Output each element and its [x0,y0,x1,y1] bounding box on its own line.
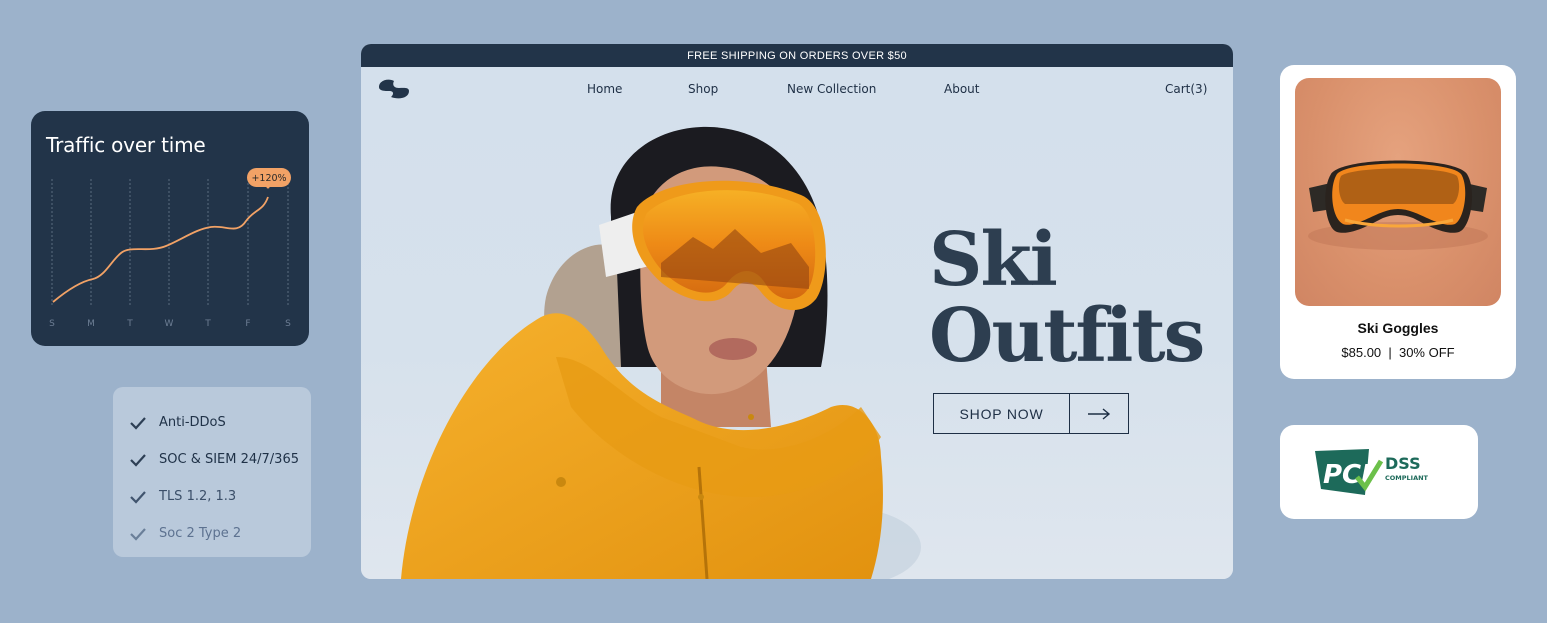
pci-badge-card: PCI DSS COMPLIANT [1280,425,1478,519]
day-label: F [245,319,250,329]
nav-home[interactable]: Home [587,82,622,96]
brand-logo-icon[interactable] [377,79,411,101]
hero-image [401,126,921,579]
nav-shop[interactable]: Shop [688,82,718,96]
store-window: FREE SHIPPING ON ORDERS OVER $50 Home Sh… [361,44,1233,579]
store-navbar: Home Shop New Collection About Cart(3) [361,67,1233,111]
shop-now-label: SHOP NOW [934,394,1070,433]
security-item-label: Soc 2 Type 2 [159,526,242,541]
security-item: Anti-DDoS [113,404,311,441]
security-item: SOC & SIEM 24/7/365 [113,441,311,478]
check-icon [130,453,146,467]
product-image [1295,78,1501,306]
traffic-chart: +120% S M T W T F S [49,168,291,329]
hero-headline-line: Outfits [929,293,1205,379]
shop-now-button[interactable]: SHOP NOW [933,393,1129,434]
hero-headline-line: Ski [929,217,1058,303]
pci-compliant-text: COMPLIANT [1385,474,1429,482]
growth-badge-text: +120% [251,173,286,184]
goggles-icon [1308,160,1488,250]
day-label: W [165,319,174,329]
arrow-right-icon [1070,394,1128,433]
day-label: S [49,319,55,329]
day-label: M [87,319,95,329]
product-card[interactable]: Ski Goggles $85.00 | 30% OFF [1280,65,1516,379]
security-item: TLS 1.2, 1.3 [113,478,311,515]
check-icon [130,416,146,430]
day-label: T [204,319,211,329]
security-item-label: SOC & SIEM 24/7/365 [159,452,299,467]
nav-new-collection[interactable]: New Collection [787,82,876,96]
security-item: Soc 2 Type 2 [113,515,311,552]
product-name: Ski Goggles [1357,320,1439,336]
check-icon [130,490,146,504]
pci-dss-text: DSS [1385,454,1421,473]
product-price: $85.00 | 30% OFF [1341,345,1455,360]
security-card: Anti-DDoS SOC & SIEM 24/7/365 TLS 1.2, 1… [113,387,311,557]
day-label: T [126,319,133,329]
announcement-bar: FREE SHIPPING ON ORDERS OVER $50 [361,44,1233,67]
traffic-line [52,196,269,303]
nav-about[interactable]: About [944,82,979,96]
hero-headline: Ski Outfits [929,217,1205,379]
nav-cart[interactable]: Cart(3) [1165,82,1207,96]
security-item-label: TLS 1.2, 1.3 [159,489,237,504]
day-label: S [285,319,291,329]
check-icon [130,527,146,541]
pci-dss-logo-icon: PCI DSS COMPLIANT [1315,449,1429,495]
security-item-label: Anti-DDoS [159,415,226,430]
traffic-card: Traffic over time +120% S M T W T F S [31,111,309,346]
